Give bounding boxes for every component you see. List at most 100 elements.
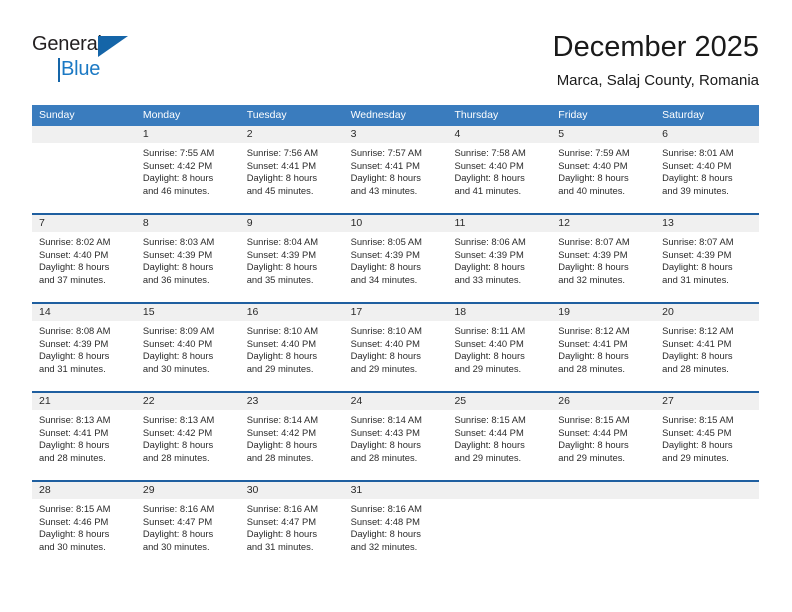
daylight-text: Daylight: 8 hours bbox=[246, 528, 318, 540]
day-number[interactable]: 1 bbox=[136, 126, 240, 143]
daylight-text: Daylight: 8 hours bbox=[142, 172, 214, 184]
day-cell[interactable]: Sunrise: 7:57 AM Sunset: 4:41 PM Dayligh… bbox=[344, 143, 448, 213]
day-cell[interactable]: Sunrise: 7:59 AM Sunset: 4:40 PM Dayligh… bbox=[551, 143, 655, 213]
day-number[interactable]: 27 bbox=[655, 393, 759, 410]
day-number[interactable] bbox=[32, 126, 136, 143]
day-cell[interactable] bbox=[32, 143, 136, 213]
daylight-text-cont: and 30 minutes. bbox=[142, 540, 210, 552]
daylight-text: Daylight: 8 hours bbox=[39, 350, 110, 362]
day-cell[interactable]: Sunrise: 8:15 AM Sunset: 4:46 PM Dayligh… bbox=[32, 499, 136, 567]
day-number[interactable]: 7 bbox=[32, 215, 136, 232]
day-cell[interactable]: Sunrise: 8:14 AM Sunset: 4:42 PM Dayligh… bbox=[240, 410, 344, 480]
day-cell[interactable] bbox=[655, 499, 759, 567]
day-cell[interactable]: Sunrise: 8:16 AM Sunset: 4:47 PM Dayligh… bbox=[240, 499, 344, 567]
sunset-text: Sunset: 4:41 PM bbox=[350, 159, 420, 171]
day-cell[interactable]: Sunrise: 8:14 AM Sunset: 4:43 PM Dayligh… bbox=[344, 410, 448, 480]
day-cell[interactable]: Sunrise: 8:01 AM Sunset: 4:40 PM Dayligh… bbox=[655, 143, 759, 213]
day-cell[interactable]: Sunrise: 8:13 AM Sunset: 4:41 PM Dayligh… bbox=[32, 410, 136, 480]
day-number[interactable]: 25 bbox=[447, 393, 551, 410]
sunrise-text: Sunrise: 7:56 AM bbox=[246, 147, 319, 158]
day-number[interactable]: 20 bbox=[655, 304, 759, 321]
day-number[interactable]: 22 bbox=[136, 393, 240, 410]
daylight-text: Daylight: 8 hours bbox=[39, 439, 110, 451]
sunset-text: Sunset: 4:47 PM bbox=[142, 515, 213, 527]
day-content-band: Sunrise: 7:55 AM Sunset: 4:42 PM Dayligh… bbox=[32, 143, 759, 213]
calendar-page: General Blue December 2025 Marca, Salaj … bbox=[0, 0, 792, 612]
day-number[interactable]: 31 bbox=[344, 482, 448, 499]
day-number[interactable]: 4 bbox=[447, 126, 551, 143]
day-number[interactable]: 3 bbox=[344, 126, 448, 143]
day-cell[interactable]: Sunrise: 8:16 AM Sunset: 4:47 PM Dayligh… bbox=[136, 499, 240, 567]
day-cell[interactable]: Sunrise: 8:15 AM Sunset: 4:44 PM Dayligh… bbox=[551, 410, 655, 480]
day-number[interactable]: 23 bbox=[240, 393, 344, 410]
daylight-text-cont: and 33 minutes. bbox=[454, 273, 522, 285]
day-number[interactable]: 30 bbox=[240, 482, 344, 499]
sunset-text: Sunset: 4:41 PM bbox=[39, 426, 109, 438]
day-number[interactable]: 2 bbox=[240, 126, 344, 143]
day-cell[interactable]: Sunrise: 8:05 AM Sunset: 4:39 PM Dayligh… bbox=[344, 232, 448, 302]
sunset-text: Sunset: 4:42 PM bbox=[142, 426, 213, 438]
daylight-text-cont: and 36 minutes. bbox=[142, 273, 210, 285]
day-cell[interactable] bbox=[447, 499, 551, 567]
title-block: December 2025 Marca, Salaj County, Roman… bbox=[553, 28, 759, 93]
day-cell[interactable]: Sunrise: 8:07 AM Sunset: 4:39 PM Dayligh… bbox=[551, 232, 655, 302]
day-number[interactable]: 15 bbox=[136, 304, 240, 321]
daylight-text: Daylight: 8 hours bbox=[454, 172, 525, 184]
day-cell[interactable]: Sunrise: 7:56 AM Sunset: 4:41 PM Dayligh… bbox=[240, 143, 344, 213]
daylight-text: Daylight: 8 hours bbox=[558, 261, 629, 273]
day-cell[interactable]: Sunrise: 8:10 AM Sunset: 4:40 PM Dayligh… bbox=[240, 321, 344, 391]
daylight-text-cont: and 29 minutes. bbox=[558, 451, 626, 463]
day-number[interactable]: 26 bbox=[551, 393, 655, 410]
day-cell[interactable]: Sunrise: 8:11 AM Sunset: 4:40 PM Dayligh… bbox=[447, 321, 551, 391]
day-number[interactable]: 12 bbox=[551, 215, 655, 232]
day-cell[interactable]: Sunrise: 8:08 AM Sunset: 4:39 PM Dayligh… bbox=[32, 321, 136, 391]
day-cell[interactable]: Sunrise: 8:13 AM Sunset: 4:42 PM Dayligh… bbox=[136, 410, 240, 480]
day-cell[interactable]: Sunrise: 7:58 AM Sunset: 4:40 PM Dayligh… bbox=[447, 143, 551, 213]
day-cell[interactable]: Sunrise: 7:55 AM Sunset: 4:42 PM Dayligh… bbox=[136, 143, 240, 213]
day-number[interactable]: 11 bbox=[447, 215, 551, 232]
daylight-text-cont: and 28 minutes. bbox=[142, 451, 210, 463]
day-cell[interactable]: Sunrise: 8:07 AM Sunset: 4:39 PM Dayligh… bbox=[655, 232, 759, 302]
day-number[interactable]: 29 bbox=[136, 482, 240, 499]
day-cell[interactable]: Sunrise: 8:15 AM Sunset: 4:45 PM Dayligh… bbox=[655, 410, 759, 480]
day-number[interactable]: 16 bbox=[240, 304, 344, 321]
sunset-text: Sunset: 4:42 PM bbox=[142, 159, 213, 171]
day-number[interactable]: 5 bbox=[551, 126, 655, 143]
day-number[interactable] bbox=[447, 482, 551, 499]
day-cell[interactable]: Sunrise: 8:09 AM Sunset: 4:40 PM Dayligh… bbox=[136, 321, 240, 391]
day-number[interactable]: 21 bbox=[32, 393, 136, 410]
sunrise-text: Sunrise: 8:15 AM bbox=[662, 414, 734, 425]
daylight-text: Daylight: 8 hours bbox=[350, 172, 421, 184]
sunrise-text: Sunrise: 8:03 AM bbox=[142, 236, 215, 247]
day-cell[interactable]: Sunrise: 8:04 AM Sunset: 4:39 PM Dayligh… bbox=[240, 232, 344, 302]
sunrise-text: Sunrise: 8:07 AM bbox=[662, 236, 734, 247]
day-number[interactable]: 17 bbox=[344, 304, 448, 321]
day-number[interactable]: 9 bbox=[240, 215, 344, 232]
day-cell[interactable]: Sunrise: 8:02 AM Sunset: 4:40 PM Dayligh… bbox=[32, 232, 136, 302]
day-number[interactable] bbox=[655, 482, 759, 499]
day-cell[interactable]: Sunrise: 8:06 AM Sunset: 4:39 PM Dayligh… bbox=[447, 232, 551, 302]
day-cell[interactable] bbox=[551, 499, 655, 567]
day-number[interactable]: 8 bbox=[136, 215, 240, 232]
sunset-text: Sunset: 4:39 PM bbox=[558, 248, 628, 260]
general-blue-logo[interactable]: General Blue bbox=[32, 32, 152, 90]
daylight-text-cont: and 41 minutes. bbox=[454, 184, 522, 196]
sunset-text: Sunset: 4:41 PM bbox=[662, 337, 732, 349]
day-number[interactable]: 18 bbox=[447, 304, 551, 321]
day-cell[interactable]: Sunrise: 8:03 AM Sunset: 4:39 PM Dayligh… bbox=[136, 232, 240, 302]
day-number[interactable]: 24 bbox=[344, 393, 448, 410]
day-number[interactable]: 13 bbox=[655, 215, 759, 232]
day-number[interactable]: 10 bbox=[344, 215, 448, 232]
day-cell[interactable]: Sunrise: 8:16 AM Sunset: 4:48 PM Dayligh… bbox=[344, 499, 448, 567]
day-cell[interactable]: Sunrise: 8:12 AM Sunset: 4:41 PM Dayligh… bbox=[551, 321, 655, 391]
day-number[interactable]: 14 bbox=[32, 304, 136, 321]
day-cell[interactable]: Sunrise: 8:12 AM Sunset: 4:41 PM Dayligh… bbox=[655, 321, 759, 391]
daylight-text-cont: and 35 minutes. bbox=[246, 273, 314, 285]
day-cell[interactable]: Sunrise: 8:10 AM Sunset: 4:40 PM Dayligh… bbox=[344, 321, 448, 391]
day-cell[interactable]: Sunrise: 8:15 AM Sunset: 4:44 PM Dayligh… bbox=[447, 410, 551, 480]
day-number[interactable]: 28 bbox=[32, 482, 136, 499]
day-number[interactable]: 6 bbox=[655, 126, 759, 143]
day-number[interactable]: 19 bbox=[551, 304, 655, 321]
day-number[interactable] bbox=[551, 482, 655, 499]
sunset-text: Sunset: 4:42 PM bbox=[246, 426, 317, 438]
